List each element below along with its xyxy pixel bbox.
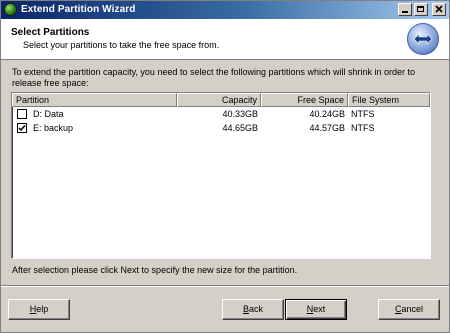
list-header: Partition Capacity Free Space File Syste…	[12, 93, 430, 107]
title-bar[interactable]: Extend Partition Wizard	[1, 1, 449, 19]
column-header-file-system[interactable]: File System	[348, 93, 430, 107]
column-header-free-space[interactable]: Free Space	[261, 93, 348, 107]
partition-list[interactable]: Partition Capacity Free Space File Syste…	[11, 92, 431, 259]
free-space-cell: 40.24GB	[309, 109, 345, 119]
window-title: Extend Partition Wizard	[21, 4, 136, 15]
column-header-partition[interactable]: Partition	[12, 93, 177, 107]
free-space-cell: 44.57GB	[309, 123, 345, 133]
title-bar-buttons	[398, 3, 446, 16]
app-disk-icon	[4, 3, 17, 16]
checkmark-icon	[18, 125, 26, 132]
file-system-cell: NTFS	[351, 109, 375, 119]
capacity-cell: 44.65GB	[222, 123, 258, 133]
minimize-button[interactable]	[398, 3, 412, 16]
help-button[interactable]: Help	[8, 299, 70, 320]
cancel-label: ancel	[401, 304, 423, 314]
back-button[interactable]: Back	[222, 299, 284, 320]
partition-row-d[interactable]: D: Data 40.33GB 40.24GB NTFS	[12, 107, 430, 121]
file-system-cell: NTFS	[351, 123, 375, 133]
footer-note: After selection please click Next to spe…	[12, 265, 298, 275]
wizard-arrows-icon	[407, 23, 439, 55]
partition-name: E: backup	[33, 123, 74, 133]
partition-checkbox-e[interactable]	[17, 123, 27, 133]
partition-name: D: Data	[33, 109, 64, 119]
capacity-cell: 40.33GB	[222, 109, 258, 119]
help-label: elp	[36, 304, 49, 314]
footer-divider	[1, 285, 449, 287]
instructions-text: To extend the partition capacity, you ne…	[12, 67, 416, 88]
cancel-button[interactable]: Cancel	[378, 299, 440, 320]
partition-checkbox-d[interactable]	[17, 109, 27, 119]
partition-row-e[interactable]: E: backup 44.65GB 44.57GB NTFS	[12, 121, 430, 135]
column-header-capacity[interactable]: Capacity	[177, 93, 261, 107]
close-icon	[435, 5, 443, 13]
next-label: ext	[313, 304, 326, 314]
back-label: ack	[249, 304, 264, 314]
page-subtitle: Select your partitions to take the free …	[23, 40, 220, 50]
wizard-window: Extend Partition Wizard Select Partition…	[0, 0, 450, 333]
partition-name-cell: D: Data	[12, 107, 177, 121]
wizard-header: Select Partitions Select your partitions…	[1, 19, 449, 60]
close-button[interactable]	[432, 3, 446, 16]
maximize-button[interactable]	[414, 3, 428, 16]
next-button[interactable]: Next	[285, 299, 347, 320]
minimize-icon	[402, 11, 408, 13]
page-title: Select Partitions	[11, 27, 90, 38]
maximize-icon	[417, 6, 424, 12]
partition-name-cell: E: backup	[12, 121, 177, 135]
